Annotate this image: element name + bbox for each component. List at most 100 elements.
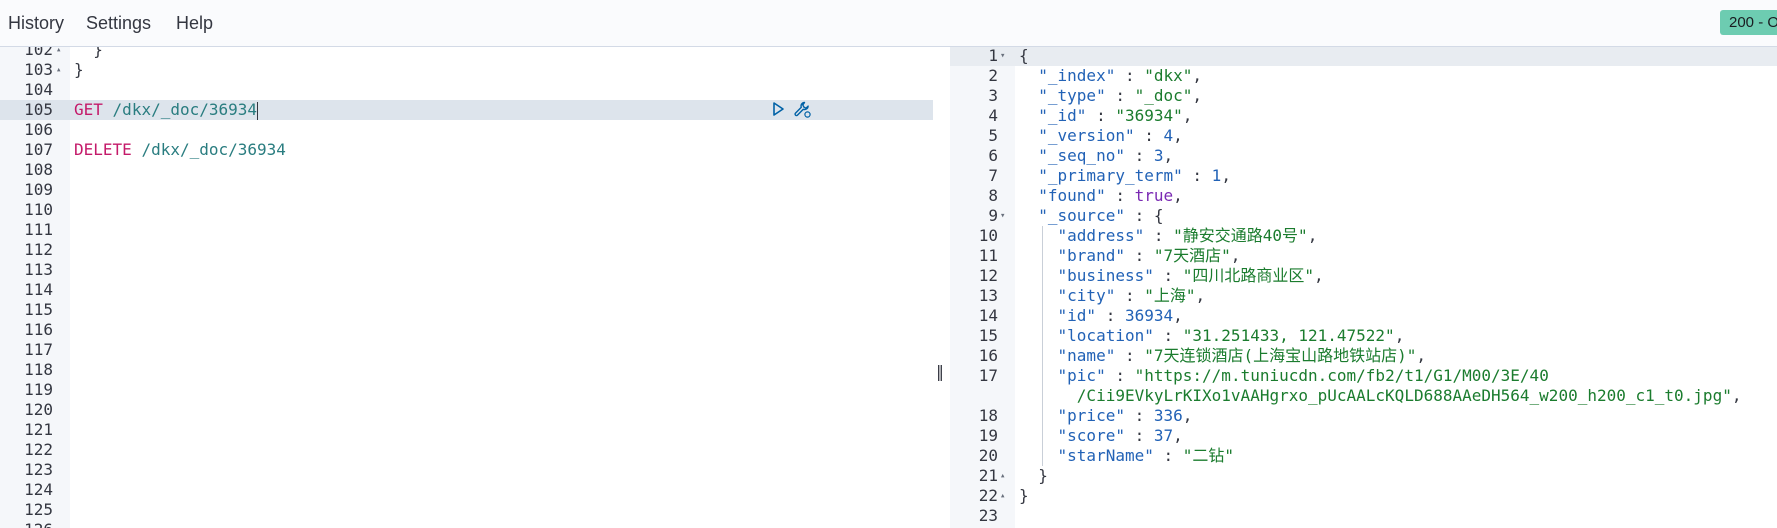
editor-line[interactable]: 123 bbox=[0, 460, 933, 480]
token-str: "二钻" bbox=[1182, 446, 1235, 465]
editor-line[interactable]: 110 bbox=[0, 200, 933, 220]
editor-line[interactable]: 15 "location" : "31.251433, 121.47522", bbox=[950, 326, 1777, 346]
editor-line[interactable]: 114 bbox=[0, 280, 933, 300]
line-number: 105 bbox=[24, 100, 53, 119]
line-number: 16 bbox=[978, 346, 998, 365]
token-key: "price" bbox=[1057, 406, 1125, 425]
editor-line[interactable]: 6 "_seq_no" : 3, bbox=[950, 146, 1777, 166]
settings-menu-item[interactable]: Settings bbox=[86, 13, 151, 34]
line-number: 102 bbox=[24, 47, 53, 59]
editor-line[interactable]: 108 bbox=[0, 160, 933, 180]
editor-line[interactable]: 120 bbox=[0, 400, 933, 420]
editor-line[interactable]: 18 "price" : 336, bbox=[950, 406, 1777, 426]
fold-toggle-icon[interactable]: ▴ bbox=[1000, 486, 1005, 506]
token-text: { bbox=[1019, 47, 1029, 65]
request-editor[interactable]: 102 ▴ } 103 ▴} 104 105 GET /dkx/_doc/36934 106 1… bbox=[0, 47, 933, 528]
history-menu-item[interactable]: History bbox=[8, 13, 64, 34]
token-key: "name" bbox=[1057, 346, 1116, 365]
line-number: 112 bbox=[24, 240, 53, 259]
line-number: 108 bbox=[24, 160, 53, 179]
fold-toggle-icon[interactable]: ▴ bbox=[56, 60, 61, 80]
code-text: "city" : "上海", bbox=[1019, 286, 1206, 306]
editor-line[interactable]: 23 bbox=[950, 506, 1777, 526]
editor-line[interactable]: 111 bbox=[0, 220, 933, 240]
token-key: "location" bbox=[1057, 326, 1154, 345]
active-editor-line[interactable]: 1 ▾ { bbox=[950, 47, 1777, 66]
editor-line[interactable]: /Cii9EVkyLrKIXo1vAAHgrxo_pUcAALcKQLD688A… bbox=[950, 386, 1777, 406]
token-str: "上海" bbox=[1144, 286, 1196, 305]
token-text: : bbox=[1153, 446, 1183, 465]
editor-line[interactable]: 10 "address" : "静安交通路40号", bbox=[950, 226, 1777, 246]
token-str: "_doc" bbox=[1134, 86, 1193, 105]
line-number: 19 bbox=[978, 426, 998, 445]
editor-line[interactable]: 11 "brand" : "7天酒店", bbox=[950, 246, 1777, 266]
editor-line[interactable]: 106 bbox=[0, 120, 933, 140]
editor-line[interactable]: 102 ▴ } bbox=[0, 47, 933, 60]
help-menu-item[interactable]: Help bbox=[176, 13, 213, 34]
line-number: 3 bbox=[988, 86, 998, 105]
editor-line[interactable]: 20 "starName" : "二钻" bbox=[950, 446, 1777, 466]
editor-line[interactable]: 116 bbox=[0, 320, 933, 340]
editor-line[interactable]: 16 "name" : "7天连锁酒店(上海宝山路地铁站店)", bbox=[950, 346, 1777, 366]
editor-line[interactable]: 118 bbox=[0, 360, 933, 380]
editor-line[interactable]: 113 bbox=[0, 260, 933, 280]
token-text: : bbox=[1105, 366, 1135, 385]
fold-toggle-icon[interactable]: ▴ bbox=[56, 47, 61, 60]
response-status-badge: 200 - OK bbox=[1720, 10, 1777, 35]
pane-resize-handle[interactable]: ‖ bbox=[936, 362, 946, 382]
editor-line[interactable]: 112 bbox=[0, 240, 933, 260]
editor-line[interactable]: 104 bbox=[0, 80, 933, 100]
editor-line[interactable]: 13 "city" : "上海", bbox=[950, 286, 1777, 306]
token-text: , bbox=[1192, 66, 1203, 85]
code-text: "starName" : "二钻" bbox=[1019, 446, 1235, 466]
fold-toggle-icon[interactable]: ▾ bbox=[1000, 47, 1005, 66]
line-number: 103 bbox=[24, 60, 53, 79]
editor-line[interactable]: 5 "_version" : 4, bbox=[950, 126, 1777, 146]
editor-line[interactable]: 107 DELETE /dkx/_doc/36934 bbox=[0, 140, 933, 160]
editor-line[interactable]: 9 ▾ "_source" : { bbox=[950, 206, 1777, 226]
token-text: , bbox=[1394, 326, 1405, 345]
token-text: , bbox=[1195, 286, 1206, 305]
active-editor-line[interactable]: 105 GET /dkx/_doc/36934 bbox=[0, 100, 933, 120]
editor-line[interactable]: 8 "found" : true, bbox=[950, 186, 1777, 206]
token-key: "score" bbox=[1057, 426, 1125, 445]
fold-toggle-icon[interactable]: ▾ bbox=[1000, 206, 1005, 226]
editor-line[interactable]: 109 bbox=[0, 180, 933, 200]
editor-line[interactable]: 7 "_primary_term" : 1, bbox=[950, 166, 1777, 186]
token-text: : bbox=[1153, 266, 1183, 285]
editor-line[interactable]: 103 ▴} bbox=[0, 60, 933, 80]
editor-line[interactable]: 126 bbox=[0, 520, 933, 528]
response-viewer[interactable]: 1 ▾{2 "_index" : "dkx", 3 "_type" : "_doc"… bbox=[950, 47, 1777, 528]
line-number: 21 bbox=[978, 466, 998, 485]
editor-line[interactable]: 124 bbox=[0, 480, 933, 500]
editor-line[interactable]: 119 bbox=[0, 380, 933, 400]
fold-toggle-icon[interactable]: ▴ bbox=[1000, 466, 1005, 486]
token-text: , bbox=[1182, 406, 1193, 425]
line-number: 18 bbox=[978, 406, 998, 425]
editor-line[interactable]: 125 bbox=[0, 500, 933, 520]
wrench-icon[interactable] bbox=[792, 99, 812, 119]
token-str: "31.251433, 121.47522" bbox=[1182, 326, 1395, 345]
editor-line[interactable]: 3 "_type" : "_doc", bbox=[950, 86, 1777, 106]
editor-line[interactable]: 121 bbox=[0, 420, 933, 440]
code-text: "_id" : "36934", bbox=[1019, 106, 1192, 126]
editor-line[interactable]: 117 bbox=[0, 340, 933, 360]
token-text: , bbox=[1307, 226, 1318, 245]
editor-line[interactable]: 2 "_index" : "dkx", bbox=[950, 66, 1777, 86]
editor-line[interactable]: 17 "pic" : "https://m.tuniucdn.com/fb2/t… bbox=[950, 366, 1777, 386]
editor-line[interactable]: 21 ▴ } bbox=[950, 466, 1777, 486]
editor-line[interactable]: 122 bbox=[0, 440, 933, 460]
editor-line[interactable]: 4 "_id" : "36934", bbox=[950, 106, 1777, 126]
token-str: "7天酒店" bbox=[1153, 246, 1231, 265]
editor-line[interactable]: 14 "id" : 36934, bbox=[950, 306, 1777, 326]
editor-line[interactable]: 115 bbox=[0, 300, 933, 320]
code-text: { bbox=[1019, 47, 1029, 66]
editor-line[interactable]: 22 ▴} bbox=[950, 486, 1777, 506]
run-request-icon[interactable] bbox=[768, 99, 788, 119]
editor-line[interactable]: 19 "score" : 37, bbox=[950, 426, 1777, 446]
editor-line[interactable]: 12 "business" : "四川北路商业区", bbox=[950, 266, 1777, 286]
line-number: 124 bbox=[24, 480, 53, 499]
